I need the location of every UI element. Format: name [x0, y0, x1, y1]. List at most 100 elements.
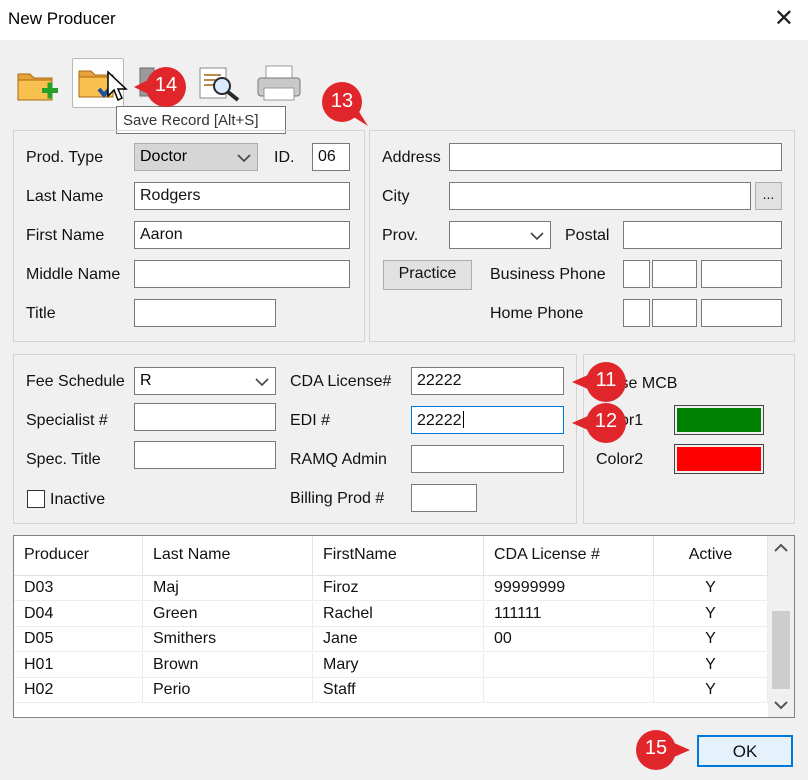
- grid-cell[interactable]: Y: [654, 601, 768, 627]
- grid-cell[interactable]: Y: [654, 652, 768, 678]
- grid-cell[interactable]: Firoz: [313, 576, 484, 601]
- address-field[interactable]: [449, 143, 782, 171]
- grid-cell[interactable]: D04: [14, 601, 143, 627]
- id-field[interactable]: 06: [312, 143, 350, 171]
- fee-schedule-select[interactable]: R: [134, 367, 276, 395]
- grid-cell[interactable]: [484, 652, 654, 678]
- edi-field[interactable]: 22222: [411, 406, 564, 434]
- grid-cell[interactable]: H02: [14, 678, 143, 703]
- grid-cell[interactable]: Rachel: [313, 601, 484, 627]
- title-bar: New Producer ✕: [0, 0, 808, 40]
- grid-cell[interactable]: Smithers: [143, 627, 313, 652]
- home-phone-prefix-field[interactable]: [652, 299, 697, 327]
- grid-cell[interactable]: Jane: [313, 627, 484, 652]
- grid-cell[interactable]: Maj: [143, 576, 313, 601]
- grid-column-header[interactable]: Last Name: [143, 536, 313, 576]
- color1-fill: [677, 408, 761, 432]
- grid-cell[interactable]: Perio: [143, 678, 313, 703]
- color2-label: Color2: [596, 451, 644, 468]
- fee-schedule-label: Fee Schedule: [26, 373, 125, 390]
- last-name-label: Last Name: [26, 188, 104, 205]
- prod-type-select[interactable]: Doctor: [134, 143, 258, 171]
- city-label: City: [382, 188, 410, 205]
- grid-cell[interactable]: 00: [484, 627, 654, 652]
- callout-12-number: 12: [594, 410, 618, 432]
- specialist-label: Specialist #: [26, 412, 108, 429]
- grid-cell[interactable]: Staff: [313, 678, 484, 703]
- id-label: ID.: [274, 149, 295, 166]
- home-phone-label: Home Phone: [490, 305, 584, 322]
- specialist-field[interactable]: [134, 403, 276, 431]
- billing-prod-field[interactable]: [411, 484, 477, 512]
- grid-cell[interactable]: Y: [654, 576, 768, 601]
- fee-schedule-value: R: [140, 372, 152, 389]
- window-title: New Producer: [8, 9, 116, 28]
- grid-cell[interactable]: Green: [143, 601, 313, 627]
- grid-cell[interactable]: [484, 678, 654, 703]
- edi-label: EDI #: [290, 412, 331, 429]
- chevron-up-icon[interactable]: [768, 536, 794, 560]
- edi-value: 22222: [417, 412, 462, 429]
- last-name-field[interactable]: Rodgers: [134, 182, 350, 210]
- middle-name-label: Middle Name: [26, 266, 121, 283]
- inactive-label: Inactive: [50, 491, 106, 508]
- color2-fill: [677, 447, 761, 471]
- ok-button[interactable]: OK: [697, 735, 793, 767]
- city-field[interactable]: [449, 182, 751, 210]
- callout-15: 15: [632, 727, 692, 773]
- color1-swatch[interactable]: [674, 405, 764, 435]
- chevron-down-icon: [255, 378, 269, 387]
- city-browse-button[interactable]: ...: [755, 182, 782, 210]
- spec-title-field[interactable]: [134, 441, 276, 469]
- print-icon: [257, 65, 301, 101]
- callout-15-number: 15: [644, 737, 668, 759]
- grid-cell[interactable]: 111111: [484, 601, 654, 627]
- new-record-button[interactable]: [12, 58, 64, 108]
- title-field[interactable]: [134, 299, 276, 327]
- prod-type-label: Prod. Type: [26, 149, 104, 166]
- business-phone-number-field[interactable]: [701, 260, 782, 288]
- first-name-field[interactable]: Aaron: [134, 221, 350, 249]
- first-name-label: First Name: [26, 227, 105, 244]
- callout-12: 12: [570, 400, 630, 446]
- callout-13-number: 13: [330, 90, 354, 112]
- color2-swatch[interactable]: [674, 444, 764, 474]
- search-button[interactable]: [194, 58, 246, 108]
- business-phone-label: Business Phone: [490, 266, 606, 283]
- grid-column-header[interactable]: Active: [654, 536, 768, 576]
- grid-cell[interactable]: D03: [14, 576, 143, 601]
- prod-type-value: Doctor: [140, 148, 188, 165]
- grid-cell[interactable]: D05: [14, 627, 143, 652]
- producer-grid[interactable]: Producer Last Name FirstName CDA License # A…: [13, 535, 795, 718]
- print-button[interactable]: [254, 58, 306, 108]
- practice-button[interactable]: Practice: [383, 260, 472, 290]
- grid-column-header[interactable]: CDA License #: [484, 536, 654, 576]
- prov-label: Prov.: [382, 227, 419, 244]
- inactive-checkbox[interactable]: [27, 490, 45, 508]
- chevron-down-icon: [530, 232, 544, 241]
- grid-cell[interactable]: Mary: [313, 652, 484, 678]
- home-phone-number-field[interactable]: [701, 299, 782, 327]
- grid-cell[interactable]: 99999999: [484, 576, 654, 601]
- grid-column-header[interactable]: FirstName: [313, 536, 484, 576]
- grid-cell[interactable]: Y: [654, 678, 768, 703]
- postal-field[interactable]: [623, 221, 782, 249]
- spec-title-label: Spec. Title: [26, 451, 101, 468]
- close-icon[interactable]: ✕: [774, 6, 794, 32]
- chevron-down-icon[interactable]: [768, 693, 794, 717]
- scrollbar-thumb[interactable]: [772, 611, 790, 689]
- grid-cell[interactable]: Y: [654, 627, 768, 652]
- prov-select[interactable]: [449, 221, 551, 249]
- grid-cell[interactable]: Brown: [143, 652, 313, 678]
- ramq-admin-field[interactable]: [411, 445, 564, 473]
- cda-license-field[interactable]: 22222: [411, 367, 564, 395]
- home-phone-area-field[interactable]: [623, 299, 650, 327]
- grid-scrollbar[interactable]: [768, 536, 794, 717]
- new-record-icon: [17, 73, 58, 101]
- address-label: Address: [382, 149, 441, 166]
- grid-column-header[interactable]: Producer: [14, 536, 143, 576]
- middle-name-field[interactable]: [134, 260, 350, 288]
- grid-cell[interactable]: H01: [14, 652, 143, 678]
- business-phone-area-field[interactable]: [623, 260, 650, 288]
- business-phone-prefix-field[interactable]: [652, 260, 697, 288]
